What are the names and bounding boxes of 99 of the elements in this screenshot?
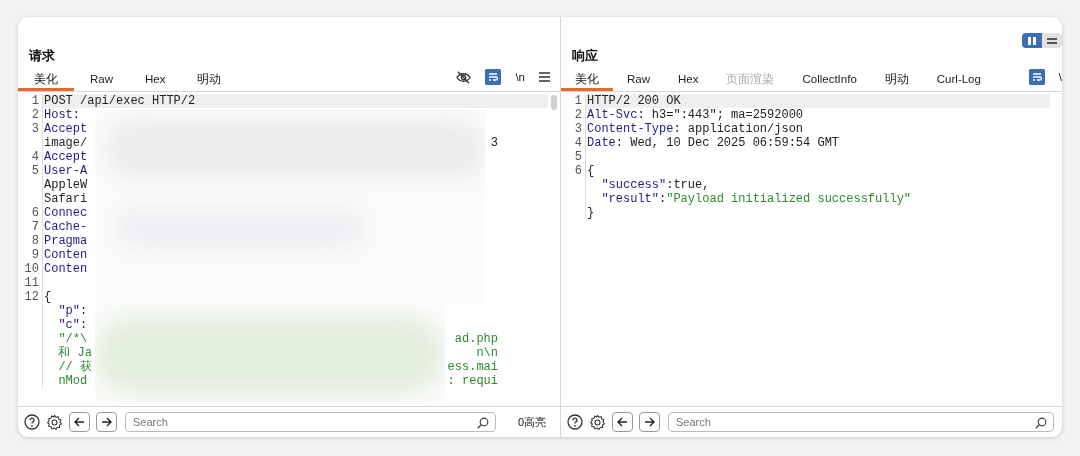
code-text: nMod [57, 374, 88, 388]
code-text: image/ [44, 136, 88, 150]
code-text: AppleW [44, 178, 88, 192]
tab[interactable]: Hex [129, 68, 182, 91]
help-icon[interactable] [567, 414, 583, 430]
code-text: Accept [44, 122, 88, 136]
line-number: 11 [24, 276, 40, 290]
wrap-icon[interactable] [1028, 69, 1045, 85]
line-number: 3 [574, 122, 583, 136]
line-number: 3 [31, 122, 40, 136]
tab[interactable]: 美化 [18, 68, 74, 91]
code-text: { [587, 164, 595, 178]
back-button[interactable] [69, 412, 90, 432]
code-text: : requi [447, 374, 498, 388]
code-text: : application/json [673, 122, 804, 136]
code-text: ad.php [454, 332, 498, 346]
code-text: POST /api/exec HTTP/2 [44, 94, 196, 108]
newline-toggle[interactable]: \ [1058, 71, 1062, 83]
code-text: // 获 [57, 360, 92, 374]
line-number: 8 [31, 234, 40, 248]
settings-icon[interactable] [46, 413, 63, 431]
wrap-icon[interactable] [485, 69, 502, 85]
code-text: Date [587, 136, 616, 150]
back-button[interactable] [612, 412, 633, 432]
menu-icon[interactable] [539, 72, 550, 82]
tab[interactable]: Curl-Log [922, 68, 995, 91]
forward-button[interactable] [639, 412, 660, 432]
tab[interactable]: CollectInfo [788, 68, 871, 91]
code-editor[interactable]: 1 HTTP/2 200 OK 2 Alt-Svc: h3=":443"; ma=2592000 3 Content-Type: application/json 4 Date: Wed, 10 Dec 2025 06:59:54 GMT 5 6 { "success":true, "result":"Payload initialized successfully" } [561, 92, 1062, 406]
code-text: "result" [600, 192, 659, 206]
line-number: 1 [574, 94, 583, 108]
highlight-count: 0高亮 [517, 414, 546, 430]
code-text: ess.mai [447, 360, 498, 374]
settings-icon[interactable] [589, 413, 606, 431]
code-editor[interactable]: 1 POST /api/exec HTTP/2 2 Host: 3 Accept image/ 3 4 Accept 5 User-A AppleW Safari 6 Connec 7 Cache- 8 Pragma 9 Conten 10 Conten 11 12 { "p": "c": "/*\ ad.php 和 Ja n\n // 获 ess.mai nMod : requi [18, 92, 560, 406]
pane-title: 请求 [27, 47, 56, 65]
line-number: 5 [31, 164, 40, 178]
code-text: 3 [490, 136, 498, 150]
code-text: { [44, 290, 52, 304]
code-text: Alt-Svc [587, 108, 638, 122]
code-text: Connec [44, 206, 88, 220]
code-text: "p": [57, 304, 88, 318]
tab[interactable]: 美化 [561, 68, 613, 91]
line-number: 6 [574, 164, 583, 178]
code-text: Content-Type [587, 122, 674, 136]
pane-title: 响应 [571, 47, 599, 65]
arrow-left-icon [617, 417, 628, 427]
search-icon[interactable] [476, 417, 489, 429]
columns-icon [1027, 36, 1037, 45]
code-text: : [659, 192, 667, 206]
code-text: Conten [44, 262, 88, 276]
code-text: Pragma [44, 234, 88, 248]
help-icon[interactable] [24, 414, 40, 430]
line-number: 1 [31, 94, 40, 108]
arrow-right-icon [101, 417, 112, 427]
tab[interactable]: Hex [664, 68, 713, 91]
code-text: 和 Ja [57, 346, 92, 360]
line-number: 9 [31, 248, 40, 262]
rows-icon [1047, 36, 1057, 45]
tab[interactable]: Raw [613, 68, 664, 91]
code-text: "/*\ [57, 332, 88, 346]
search-icon[interactable] [1035, 417, 1047, 429]
search-field[interactable]: Search [125, 412, 496, 432]
code-text: Host: [44, 108, 80, 122]
rows-layout-button[interactable] [1042, 33, 1062, 48]
forward-button[interactable] [96, 412, 117, 432]
line-number: 4 [574, 136, 583, 150]
line-number: 6 [31, 206, 40, 220]
code-text: Accept [44, 150, 88, 164]
code-text: "c": [57, 318, 88, 332]
columns-layout-button[interactable] [1022, 33, 1042, 48]
arrow-left-icon [74, 417, 85, 427]
code-text: HTTP/2 200 OK [587, 94, 681, 108]
newline-toggle[interactable]: \n [515, 71, 525, 83]
code-text: } [587, 206, 595, 220]
code-text: "success" [600, 178, 667, 192]
code-text: Conten [44, 248, 88, 262]
tab[interactable]: Raw [74, 68, 129, 91]
line-number: 2 [574, 108, 583, 122]
line-number: 10 [24, 262, 40, 276]
code-text: :true, [666, 178, 710, 192]
line-number: 7 [31, 220, 40, 234]
line-number: 5 [574, 150, 583, 164]
line-number: 12 [24, 290, 40, 304]
code-text: : h3=":443"; ma=2592000 [637, 108, 804, 122]
tab[interactable]: 明动 [181, 68, 238, 91]
code-text: Safari [44, 192, 88, 206]
code-text: n\n [476, 346, 498, 360]
tab[interactable]: 明动 [870, 68, 923, 91]
code-text: Cache- [44, 220, 88, 234]
eye-off-icon[interactable] [456, 70, 472, 84]
code-text: "Payload initialized successfully" [666, 192, 912, 206]
code-text: : Wed, 10 Dec 2025 06:59:54 GMT [615, 136, 840, 150]
arrow-right-icon [644, 417, 655, 427]
search-field[interactable]: Search [668, 412, 1054, 432]
line-number: 2 [31, 108, 40, 122]
code-text: User-A [44, 164, 88, 178]
scrollbar[interactable] [551, 95, 557, 110]
line-number: 4 [31, 150, 40, 164]
